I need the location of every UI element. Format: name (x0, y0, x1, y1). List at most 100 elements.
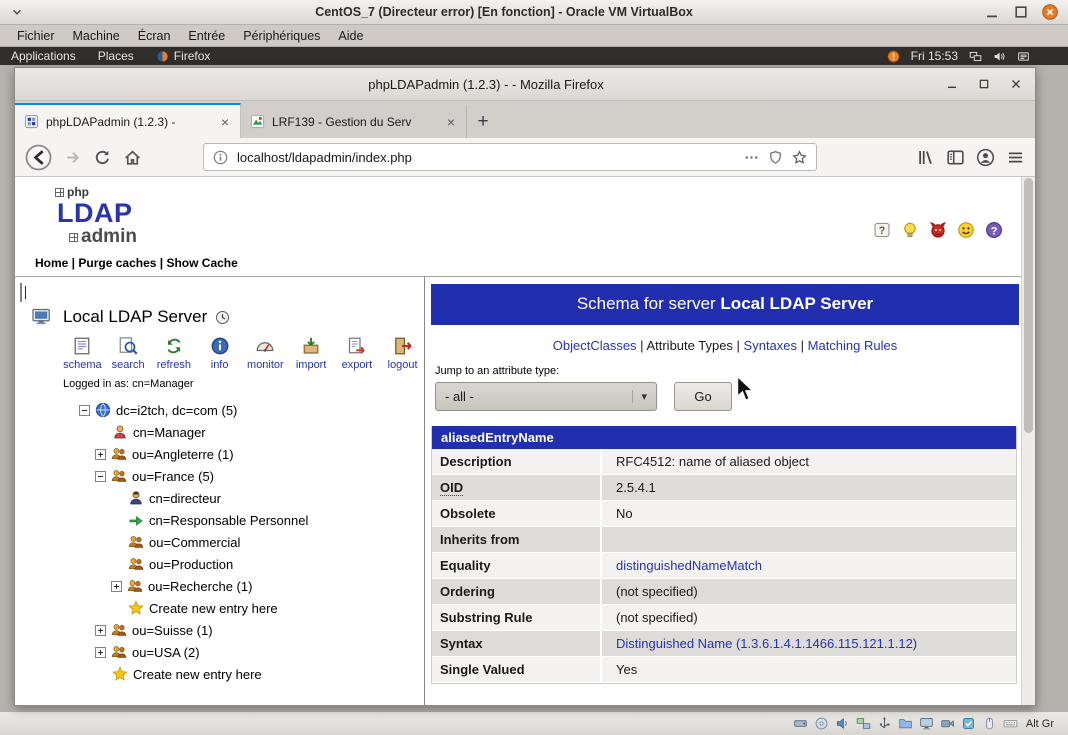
question-circle-icon[interactable]: ? (985, 221, 1003, 239)
clock-label[interactable]: Fri 15:53 (911, 49, 958, 63)
new-tab-button[interactable]: + (467, 105, 499, 138)
toolbar-logout[interactable]: logout (381, 336, 424, 371)
top-link-purge-caches[interactable]: Purge caches (78, 256, 156, 270)
minus-box-icon[interactable] (79, 405, 90, 416)
attr-value-link[interactable]: distinguishedNameMatch (616, 558, 762, 573)
tree-node-label: cn=Manager (133, 425, 206, 440)
schema-link-syntaxes[interactable]: Syntaxes (744, 338, 797, 353)
tree-node[interactable]: ou=Production (23, 553, 424, 575)
toolbar-search[interactable]: search (107, 336, 150, 371)
selinux-alert-icon[interactable] (887, 50, 900, 63)
gnome-item-firefox[interactable]: Firefox (145, 49, 222, 63)
bookmark-star-icon[interactable] (792, 150, 807, 165)
page-actions-icon[interactable] (744, 150, 759, 165)
plus-box-icon[interactable] (95, 625, 106, 636)
vbox-maximize-button[interactable] (1013, 4, 1029, 20)
tree-node[interactable]: ou=Commercial (23, 531, 424, 553)
minus-box-icon[interactable] (95, 471, 106, 482)
toolbar-info[interactable]: info (198, 336, 241, 371)
scrollbar-thumb[interactable] (1024, 178, 1033, 433)
tree-node[interactable]: ou=Suisse (1) (23, 619, 424, 641)
attr-value: 2.5.4.1 (602, 475, 1016, 500)
attr-value: Distinguished Name (1.3.6.1.4.1.1466.115… (602, 631, 1016, 656)
vbox-menu-item[interactable]: Machine (64, 27, 129, 45)
tree-node[interactable]: ou=Recherche (1) (23, 575, 424, 597)
gnome-item-applications[interactable]: Applications (0, 49, 87, 63)
logout-icon (393, 336, 413, 356)
vbox-minimize-button[interactable] (984, 4, 1000, 20)
toolbar-monitor[interactable]: monitor (244, 336, 287, 371)
people-icon (111, 622, 127, 638)
top-link-show-cache[interactable]: Show Cache (166, 256, 237, 270)
plus-box-icon[interactable] (111, 581, 122, 592)
server-name[interactable]: Local LDAP Server (63, 307, 207, 327)
firefox-maximize-button[interactable] (977, 77, 991, 91)
expand-all-icon[interactable] (20, 283, 22, 302)
tree-node[interactable]: Create new entry here (23, 663, 424, 685)
separator: | (733, 338, 744, 353)
firefox-close-button[interactable] (1009, 77, 1023, 91)
network-status-icon[interactable] (969, 50, 982, 63)
attr-value (602, 527, 1016, 552)
firefox-minimize-button[interactable] (945, 77, 959, 91)
vbox-menu-item[interactable]: Entrée (179, 27, 234, 45)
go-button[interactable]: Go (674, 382, 732, 411)
smiley-icon[interactable] (957, 221, 975, 239)
vbox-menu-item[interactable]: Périphériques (234, 27, 329, 45)
account-icon[interactable] (976, 148, 995, 167)
tree-node[interactable]: cn=Manager (23, 421, 424, 443)
tree-node[interactable]: dc=i2tch, dc=com (5) (23, 399, 424, 421)
site-info-icon[interactable] (213, 150, 228, 165)
tab-close-icon[interactable]: × (219, 115, 231, 129)
plus-box-icon[interactable] (95, 449, 106, 460)
schema-link-matching-rules[interactable]: Matching Rules (808, 338, 898, 353)
vbox-menu-item[interactable]: Aide (329, 27, 372, 45)
forward-button[interactable] (63, 148, 82, 167)
logged-in-label: Logged in as: cn=Manager (63, 378, 424, 390)
schema-link-objectclasses[interactable]: ObjectClasses (553, 338, 637, 353)
scrollbar[interactable] (1021, 177, 1035, 705)
top-link-home[interactable]: Home (35, 256, 68, 270)
tab-2[interactable]: LRF139 - Gestion du Serv× (241, 105, 467, 138)
sidebar-icon[interactable] (946, 148, 965, 167)
chevron-down-icon[interactable] (10, 5, 24, 19)
url-bar[interactable]: localhost/ldapadmin/index.php (203, 143, 817, 171)
toolbar-export[interactable]: export (336, 336, 379, 371)
gnome-item-places[interactable]: Places (87, 49, 145, 63)
vbox-close-button[interactable] (1042, 4, 1058, 20)
back-button[interactable] (25, 144, 52, 171)
reload-button[interactable] (93, 148, 112, 167)
info-icon (210, 336, 230, 356)
tree-node[interactable]: ou=Angleterre (1) (23, 443, 424, 465)
plus-box-icon[interactable] (95, 647, 106, 658)
bulb-icon[interactable] (901, 221, 919, 239)
tree-node-label: ou=Commercial (149, 535, 240, 550)
home-button[interactable] (123, 148, 142, 167)
tab-1[interactable]: phpLDAPadmin (1.2.3) -× (15, 103, 241, 138)
tree-node[interactable]: ou=France (5) (23, 465, 424, 487)
attribute-type-select[interactable]: - all - ▾ (435, 382, 657, 411)
vbox-menu-item[interactable]: Écran (129, 27, 180, 45)
tree-node[interactable]: cn=directeur (23, 487, 424, 509)
tab-close-icon[interactable]: × (445, 115, 457, 129)
vbox-menu-item[interactable]: Fichier (8, 27, 64, 45)
tree-node[interactable]: Create new entry here (23, 597, 424, 619)
toolbar-import[interactable]: import (290, 336, 333, 371)
library-icon[interactable] (916, 148, 935, 167)
menu-hamburger-icon[interactable] (1006, 148, 1025, 167)
url-text[interactable]: localhost/ldapadmin/index.php (237, 150, 735, 165)
tree-node[interactable]: ou=USA (2) (23, 641, 424, 663)
search-icon (118, 336, 138, 356)
help-icon[interactable]: ? (873, 221, 891, 239)
firefox-titlebar[interactable]: phpLDAPadmin (1.2.3) - - Mozilla Firefox (15, 68, 1035, 101)
attr-value-link[interactable]: Distinguished Name (1.3.6.1.4.1.1466.115… (616, 636, 917, 651)
toolbar-schema[interactable]: schema (61, 336, 104, 371)
tree-node[interactable]: cn=Responsable Personnel (23, 509, 424, 531)
volume-icon[interactable] (993, 50, 1006, 63)
toolbar-refresh[interactable]: refresh (153, 336, 196, 371)
bug-devil-icon[interactable] (929, 221, 947, 239)
tree-node-label: ou=Angleterre (1) (132, 447, 234, 462)
tray-menu-icon[interactable] (1017, 50, 1030, 63)
green-arrow-icon (128, 512, 144, 528)
tracking-shield-icon[interactable] (768, 150, 783, 165)
